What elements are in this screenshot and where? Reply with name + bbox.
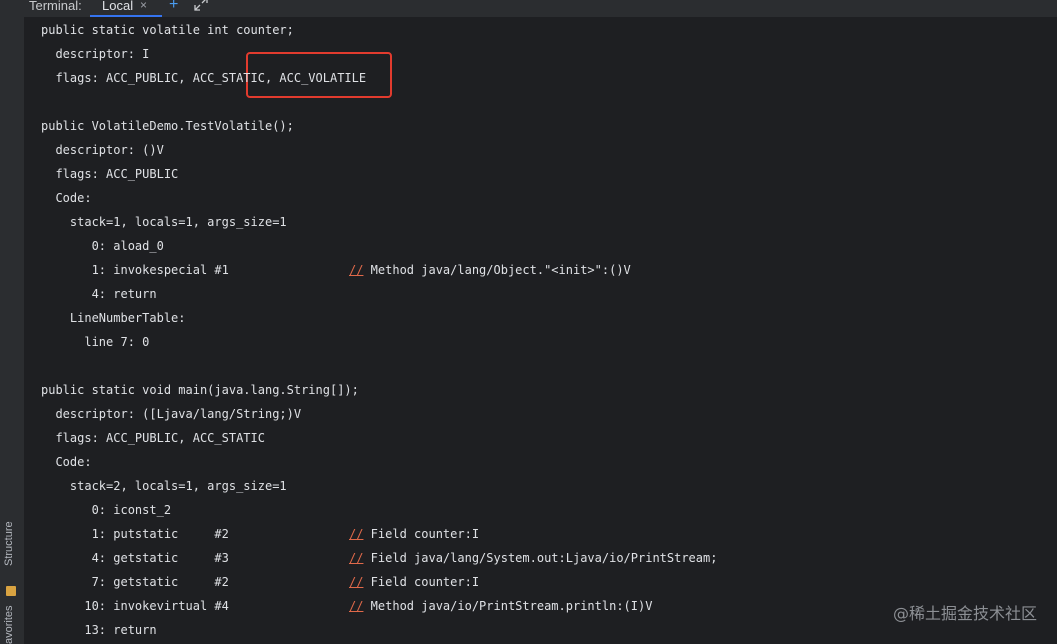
terminal-line: descriptor: I	[41, 47, 150, 61]
terminal-line: 1: putstatic #2	[41, 527, 229, 541]
terminal-line: LineNumberTable:	[41, 311, 186, 325]
new-tab-icon[interactable]: +	[169, 0, 178, 13]
terminal-line: public static volatile int counter;	[41, 23, 294, 37]
terminal-line-comment: // Method java/lang/Object."<init>":()V	[349, 263, 631, 277]
terminal-output[interactable]: public static volatile int counter; desc…	[25, 17, 1057, 644]
terminal-line: 4: return	[41, 287, 157, 301]
favorites-tool-tab[interactable]: avorites	[3, 605, 15, 644]
terminal-line: Code:	[41, 191, 92, 205]
terminal-line: descriptor: ()V	[41, 143, 164, 157]
terminal-line: flags: ACC_PUBLIC, ACC_STATIC, ACC_VOLAT…	[41, 71, 367, 85]
terminal-line: line 7: 0	[41, 335, 150, 349]
expand-icon[interactable]	[194, 0, 208, 11]
comment-marker: //	[349, 263, 364, 277]
terminal-line: 4: getstatic #3	[41, 551, 229, 565]
terminal-line: 7: getstatic #2	[41, 575, 229, 589]
terminal-line: stack=2, locals=1, args_size=1	[41, 479, 287, 493]
tab-local-label: Local	[102, 0, 134, 13]
terminal-line: descriptor: ([Ljava/lang/String;)V	[41, 407, 302, 421]
comment-text: Field counter:I	[363, 575, 480, 589]
terminal-line: 0: aload_0	[41, 239, 164, 253]
terminal-line: 1: invokespecial #1	[41, 263, 229, 277]
comment-text: Method java/io/PrintStream.println:(I)V	[363, 599, 653, 613]
structure-icon	[6, 586, 16, 596]
watermark: @稀土掘金技术社区	[892, 604, 1037, 623]
terminal-line: Code:	[41, 455, 92, 469]
terminal-line: public static void main(java.lang.String…	[41, 383, 359, 397]
terminal-toolbar: Terminal: Local × +	[0, 0, 1057, 17]
terminal-line-comment: // Method java/io/PrintStream.println:(I…	[349, 599, 652, 613]
terminal-line: flags: ACC_PUBLIC, ACC_STATIC	[41, 431, 265, 445]
structure-tool-tab[interactable]: Structure	[3, 521, 15, 566]
comment-marker: //	[349, 599, 364, 613]
comment-text: Method java/lang/Object."<init>":()V	[363, 263, 631, 277]
terminal-line-comment: // Field counter:I	[349, 575, 479, 589]
terminal-line: 10: invokevirtual #4	[41, 599, 229, 613]
terminal-line: stack=1, locals=1, args_size=1	[41, 215, 287, 229]
terminal-line: flags: ACC_PUBLIC	[41, 167, 179, 181]
comment-text: Field java/lang/System.out:Ljava/io/Prin…	[363, 551, 718, 565]
close-icon[interactable]: ×	[140, 0, 147, 14]
comment-marker: //	[349, 551, 364, 565]
terminal-line-comment: // Field java/lang/System.out:Ljava/io/P…	[349, 551, 717, 565]
terminal-line: public VolatileDemo.TestVolatile();	[41, 119, 294, 133]
terminal-line-comment: // Field counter:I	[349, 527, 479, 541]
comment-marker: //	[349, 575, 364, 589]
tab-local[interactable]: Local ×	[90, 0, 162, 17]
comment-marker: //	[349, 527, 364, 541]
terminal-line: 0: iconst_2	[41, 503, 172, 517]
terminal-line: 13: return	[41, 623, 157, 637]
comment-text: Field counter:I	[363, 527, 480, 541]
terminal-label: Terminal:	[29, 0, 82, 13]
